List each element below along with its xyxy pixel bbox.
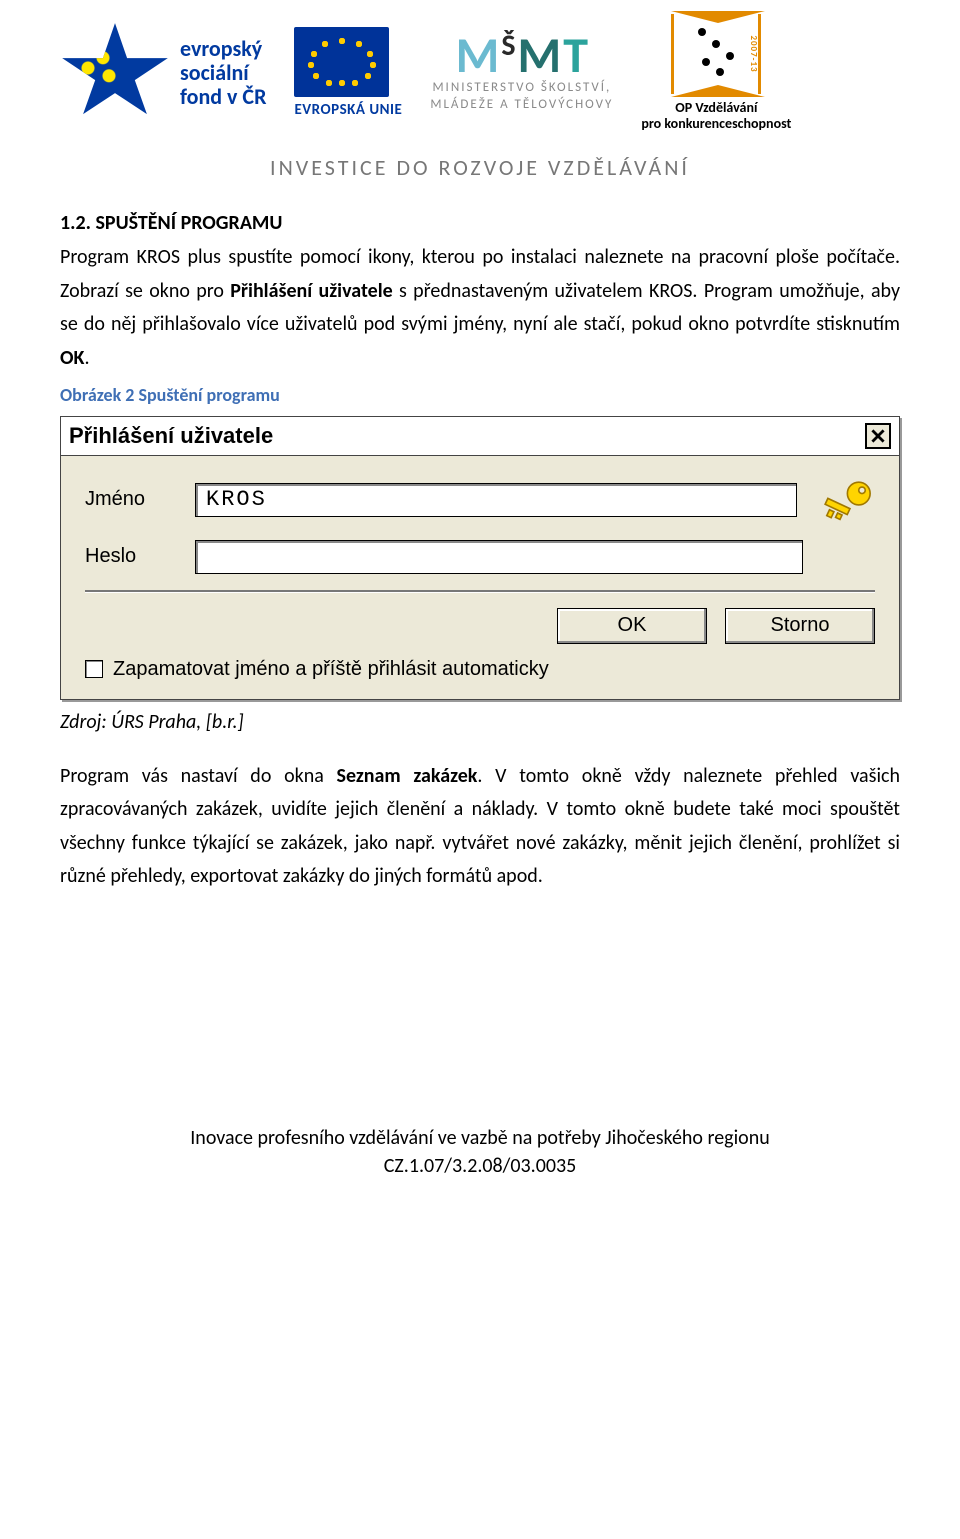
figure-caption: Obrázek 2 Spuštění programu	[60, 384, 900, 406]
dialog-divider	[85, 590, 875, 592]
opvk-logo: 2007-13 OP Vzdělávání pro konkurencescho…	[641, 14, 791, 132]
esf-line1: evropský	[180, 35, 262, 62]
paragraph-1: Program KROS plus spustíte pomocí ikony,…	[60, 241, 900, 375]
eu-label: EVROPSKÁ UNIE	[294, 101, 402, 119]
footer-line1: Inovace profesního vzdělávání ve vazbě n…	[60, 1124, 900, 1152]
label-username: Jméno	[85, 488, 175, 511]
eu-logo: EVROPSKÁ UNIE	[294, 27, 402, 119]
figure-source: Zdroj: ÚRS Praha, [b.r.]	[60, 710, 900, 734]
ok-button[interactable]: OK	[557, 608, 707, 644]
opvk-year-label: 2007-13	[748, 35, 759, 72]
p2-bold: Seznam zakázek	[337, 764, 478, 788]
p1-text-c: .	[84, 346, 89, 370]
opvk-line2: pro konkurenceschopnost	[641, 116, 791, 132]
dialog-titlebar: Přihlášení uživatele	[61, 417, 899, 456]
esf-text: evropský sociální fond v ČR	[180, 37, 266, 110]
msmt-line1: MINISTERSTVO ŠKOLSTVÍ,	[430, 80, 613, 96]
keys-icon	[823, 474, 875, 526]
esf-logo: evropský sociální fond v ČR	[60, 23, 266, 123]
password-input[interactable]	[195, 540, 803, 574]
p1-bold-1: Přihlášení uživatele	[230, 279, 392, 303]
opvk-line1: OP Vzdělávání	[641, 100, 791, 116]
esf-star-icon	[60, 23, 170, 123]
remember-label: Zapamatovat jméno a příště přihlásit aut…	[113, 658, 549, 681]
paragraph-2: Program vás nastaví do okna Seznam zakáz…	[60, 760, 900, 894]
msmt-logo: M Š M T MINISTERSTVO ŠKOLSTVÍ, MLÁDEŽE A…	[430, 33, 613, 113]
close-button[interactable]	[865, 423, 891, 449]
p2-text-a: Program vás nastaví do okna	[60, 764, 337, 788]
header-logo-band: evropský sociální fond v ČR EVROPSKÁ UNI…	[60, 0, 900, 140]
invest-slogan: INVESTICE DO ROZVOJE VZDĚLÁVÁNÍ	[60, 154, 900, 181]
esf-line3: fond v ČR	[180, 85, 266, 109]
esf-line2: sociální	[180, 61, 266, 85]
msmt-line2: MLÁDEŽE A TĚLOVÝCHOVY	[430, 97, 613, 113]
label-password: Heslo	[85, 545, 175, 568]
login-dialog: Přihlášení uživatele Jméno	[60, 416, 900, 700]
eu-flag-icon	[294, 27, 389, 97]
page-footer: Inovace profesního vzdělávání ve vazbě n…	[60, 1124, 900, 1180]
opvk-shape-icon: 2007-13	[671, 14, 761, 94]
username-input[interactable]	[195, 483, 797, 517]
msmt-glyph-icon: M Š M T	[430, 33, 613, 78]
footer-line2: CZ.1.07/3.2.08/03.0035	[60, 1152, 900, 1180]
remember-checkbox[interactable]	[85, 660, 103, 678]
p1-bold-2: OK	[60, 346, 84, 370]
close-icon	[871, 429, 885, 443]
cancel-button[interactable]: Storno	[725, 608, 875, 644]
section-title: 1.2. SPUŠTĚNÍ PROGRAMU	[60, 211, 900, 235]
dialog-title-text: Přihlášení uživatele	[69, 423, 273, 449]
